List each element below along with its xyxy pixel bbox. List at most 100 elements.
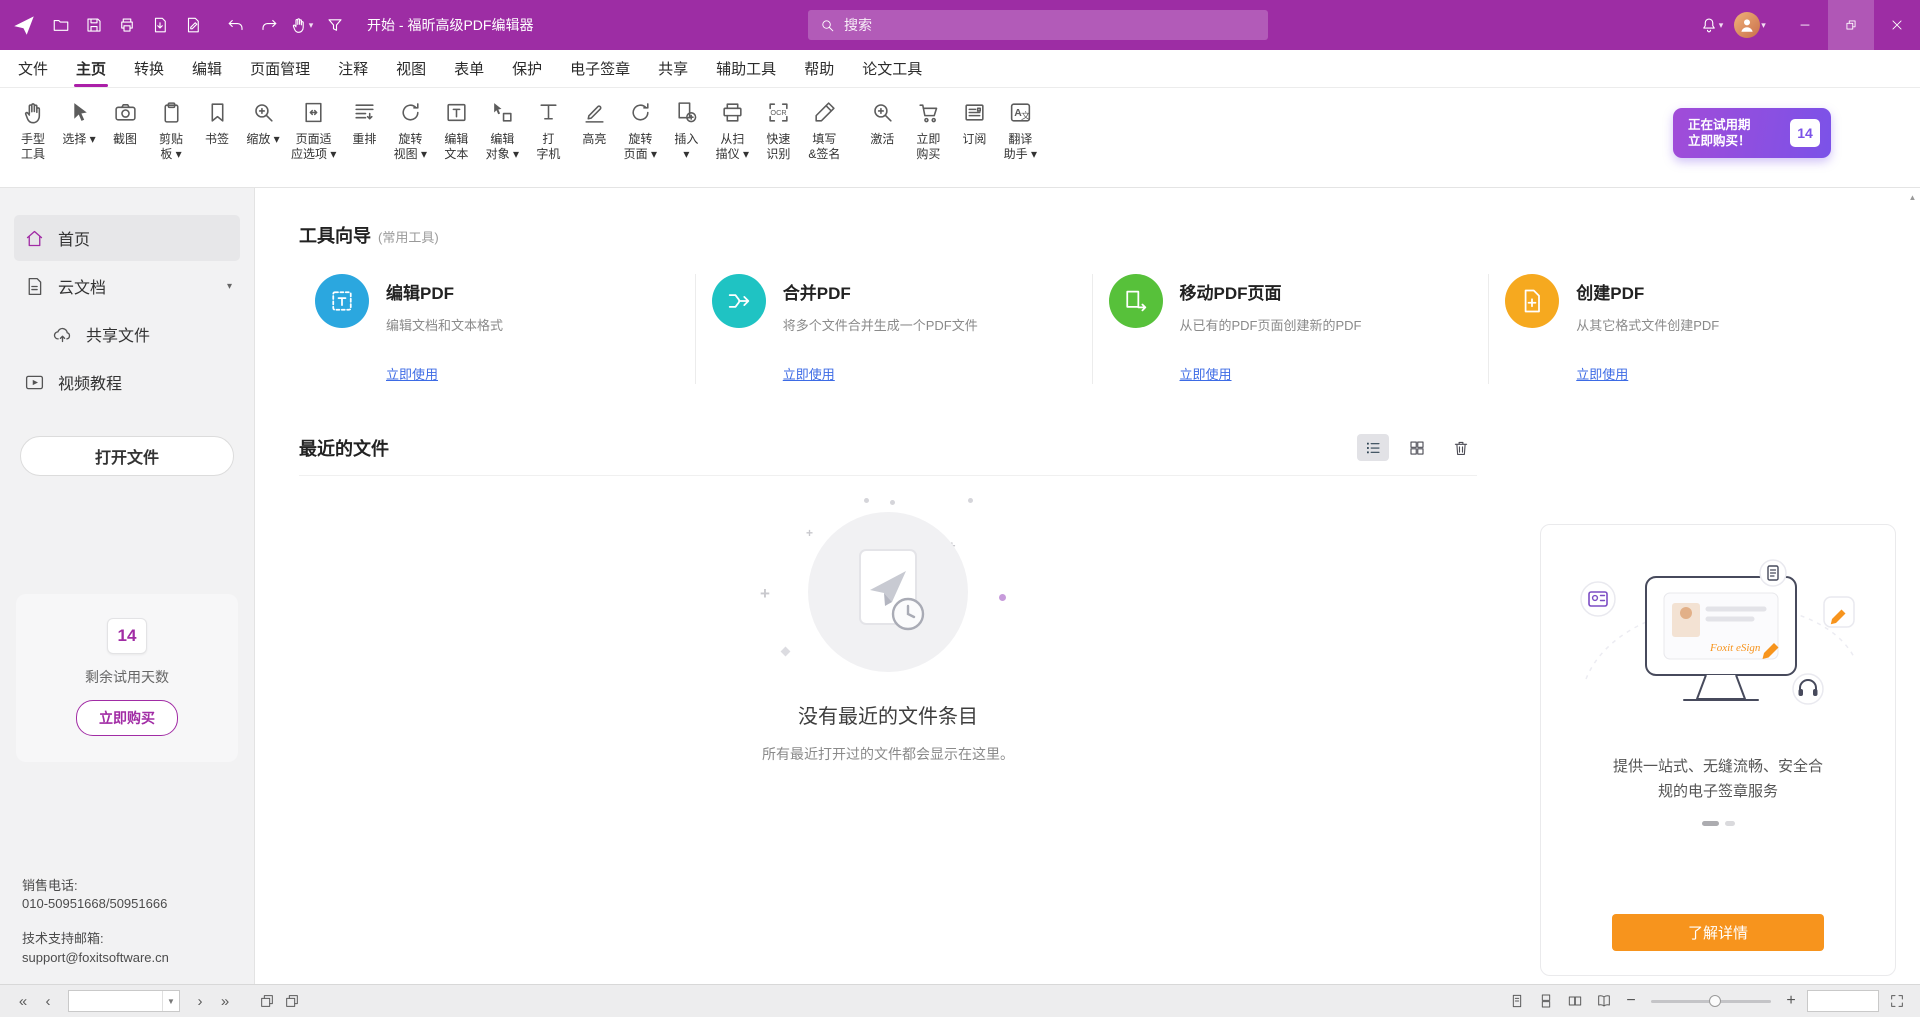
use-now-link[interactable]: 立即使用 (1576, 364, 1628, 383)
menu-item-view[interactable]: 视图 (382, 50, 440, 87)
redo-button[interactable] (252, 9, 285, 42)
zoom-slider[interactable] (1651, 1000, 1771, 1003)
last-page-button[interactable]: » (214, 990, 236, 1012)
sidebar-item-home[interactable]: 首页 (14, 215, 240, 261)
learn-more-button[interactable]: 了解详情 (1612, 914, 1824, 951)
snapshot-copy-button[interactable] (281, 990, 303, 1012)
tool-from-scanner[interactable]: 从扫 描仪 ▾ (709, 97, 755, 162)
support-email-block: 技术支持邮箱: support@foxitsoftware.cn (22, 930, 232, 968)
menu-item-home[interactable]: 主页 (62, 50, 120, 87)
menu-item-edit[interactable]: 编辑 (178, 50, 236, 87)
trial-period-badge[interactable]: 正在试用期 立即购买！ 14 (1673, 108, 1831, 158)
card-create-pdf[interactable]: 创建PDF 从其它格式文件创建PDF 立即使用 (1488, 274, 1885, 384)
menu-item-protect[interactable]: 保护 (498, 50, 556, 87)
menu-item-page-manage[interactable]: 页面管理 (236, 50, 324, 87)
notification-bell-button[interactable]: ▾ (1695, 9, 1728, 42)
zoom-in-button[interactable]: + (1782, 992, 1800, 1010)
fullscreen-button[interactable] (1886, 990, 1908, 1012)
prev-page-button[interactable]: ‹ (37, 990, 59, 1012)
sidebar-item-shared-files[interactable]: 共享文件 (14, 311, 240, 357)
tool-hand[interactable]: 手型 工具 (10, 97, 56, 162)
tool-snapshot[interactable]: 截图 (102, 97, 148, 147)
zoom-out-button[interactable]: − (1622, 992, 1640, 1010)
page-number-box[interactable]: ▼ (68, 990, 180, 1012)
next-page-button[interactable]: › (189, 990, 211, 1012)
tool-translate-assistant[interactable]: 翻译 助手 ▾ (997, 97, 1043, 162)
tool-page-fit[interactable]: 页面适 应选项 ▾ (286, 97, 341, 162)
close-button[interactable] (1874, 0, 1920, 50)
menu-item-share[interactable]: 共享 (644, 50, 702, 87)
undo-button[interactable] (219, 9, 252, 42)
tool-reflow[interactable]: 重排 (341, 97, 387, 147)
grid-view-button[interactable] (1401, 434, 1433, 461)
tool-quick-ocr[interactable]: 快速 识别 (755, 97, 801, 162)
menu-item-form[interactable]: 表单 (440, 50, 498, 87)
book-view-button[interactable] (1593, 990, 1615, 1012)
tool-clipboard[interactable]: 剪贴 板 ▾ (148, 97, 194, 162)
delete-recent-button[interactable] (1445, 434, 1477, 461)
zoom-level-box[interactable] (1807, 990, 1879, 1012)
chevron-down-icon[interactable]: ▾ (227, 281, 232, 292)
tool-label: 缩放 ▾ (246, 132, 279, 147)
carousel-dot[interactable] (1725, 821, 1735, 826)
snapshot-view-button[interactable] (256, 990, 278, 1012)
account-avatar-button[interactable]: ▾ (1728, 9, 1772, 42)
carousel-dots[interactable] (1702, 821, 1735, 826)
page-number-input[interactable] (69, 991, 162, 1011)
carousel-dot-active[interactable] (1702, 821, 1719, 826)
global-search-input[interactable] (844, 17, 1256, 33)
list-view-button[interactable] (1357, 434, 1389, 461)
quick-open-button[interactable] (44, 9, 77, 42)
menu-item-comment[interactable]: 注释 (324, 50, 382, 87)
tool-rotate-view[interactable]: 旋转 视图 ▾ (387, 97, 433, 162)
use-now-link[interactable]: 立即使用 (783, 364, 835, 383)
first-page-button[interactable]: « (12, 990, 34, 1012)
support-email-value[interactable]: support@foxitsoftware.cn (22, 949, 232, 968)
use-now-link[interactable]: 立即使用 (386, 364, 438, 383)
tool-edit-object[interactable]: 编辑 对象 ▾ (479, 97, 525, 162)
tool-fill-sign[interactable]: 填写 &签名 (801, 97, 847, 162)
menu-item-esign[interactable]: 电子签章 (556, 50, 644, 87)
hand-tool-button[interactable]: ▾ (285, 9, 318, 42)
restore-button[interactable] (1828, 0, 1874, 50)
quick-save-button[interactable] (77, 9, 110, 42)
menu-item-paper-tools[interactable]: 论文工具 (848, 50, 936, 87)
tool-activate[interactable]: 激活 (859, 97, 905, 147)
single-page-view-button[interactable] (1506, 990, 1528, 1012)
customize-toolbar-button[interactable] (318, 9, 351, 42)
tool-zoom[interactable]: 缩放 ▾ (240, 97, 286, 147)
tool-buy-now[interactable]: 立即 购买 (905, 97, 951, 162)
tool-rotate-pages[interactable]: 旋转 页面 ▾ (617, 97, 663, 162)
zoom-slider-thumb[interactable] (1709, 995, 1721, 1007)
menu-item-convert[interactable]: 转换 (120, 50, 178, 87)
open-file-button[interactable]: 打开文件 (20, 436, 234, 476)
menu-item-help[interactable]: 帮助 (790, 50, 848, 87)
sidebar-item-cloud-docs[interactable]: 云文档 ▾ (14, 263, 240, 309)
tool-typewriter[interactable]: 打 字机 (525, 97, 571, 162)
tool-bookmark[interactable]: 书签 (194, 97, 240, 147)
scroll-up-arrow-icon[interactable]: ▲ (1906, 190, 1919, 204)
tool-label: 填写 &签名 (808, 132, 840, 162)
tool-insert[interactable]: 插入 ▾ (663, 97, 709, 162)
minimize-button[interactable] (1782, 0, 1828, 50)
card-move-pdf-pages[interactable]: 移动PDF页面 从已有的PDF页面创建新的PDF 立即使用 (1092, 274, 1489, 384)
tool-highlight[interactable]: 高亮 (571, 97, 617, 147)
card-edit-pdf[interactable]: 编辑PDF 编辑文档和文本格式 立即使用 (299, 274, 695, 384)
quick-create-button[interactable] (176, 9, 209, 42)
scrollbar[interactable]: ▲ (1905, 188, 1920, 984)
page-dropdown-icon[interactable]: ▼ (162, 991, 179, 1011)
trial-buy-button[interactable]: 立即购买 (76, 700, 178, 736)
continuous-view-button[interactable] (1535, 990, 1557, 1012)
tool-subscribe[interactable]: 订阅 (951, 97, 997, 147)
tool-edit-text[interactable]: 编辑 文本 (433, 97, 479, 162)
menu-item-file[interactable]: 文件 (4, 50, 62, 87)
quick-export-button[interactable] (143, 9, 176, 42)
card-merge-pdf[interactable]: 合并PDF 将多个文件合并生成一个PDF文件 立即使用 (695, 274, 1092, 384)
global-search-box[interactable] (808, 10, 1268, 40)
quick-print-button[interactable] (110, 9, 143, 42)
sidebar-item-video-tutorials[interactable]: 视频教程 (14, 359, 240, 405)
menu-item-accessibility[interactable]: 辅助工具 (702, 50, 790, 87)
tool-select[interactable]: 选择 ▾ (56, 97, 102, 147)
facing-view-button[interactable] (1564, 990, 1586, 1012)
use-now-link[interactable]: 立即使用 (1180, 364, 1232, 383)
